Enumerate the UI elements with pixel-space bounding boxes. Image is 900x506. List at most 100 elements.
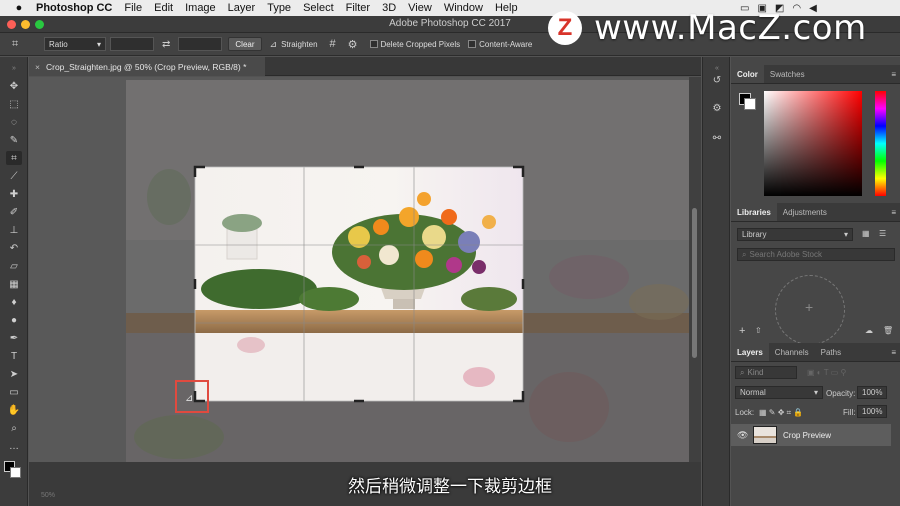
straighten-button[interactable]: Straighten — [281, 40, 317, 49]
fill-input[interactable]: 100% — [857, 405, 887, 418]
libraries-panel-menu-icon[interactable]: ≡ — [891, 208, 896, 217]
menu-window[interactable]: Window — [444, 2, 483, 14]
opacity-value: 100% — [862, 388, 883, 397]
toolbar-collapse-icon[interactable]: » — [6, 61, 22, 75]
gradient-tool-icon[interactable]: ▦ — [6, 277, 22, 291]
crop-tool-preset-icon[interactable]: ⌗ — [12, 38, 30, 51]
tab-color[interactable]: Color — [731, 65, 764, 83]
watermark-text: www.MacZ.com — [594, 8, 867, 48]
move-tool-icon[interactable]: ✥ — [6, 79, 22, 93]
straighten-icon[interactable]: ⊿ — [270, 39, 278, 50]
tab-adjustments[interactable]: Adjustments — [777, 203, 833, 221]
eye-icon[interactable]: 👁 — [737, 430, 748, 441]
blend-mode-select[interactable]: Normal ▾ — [735, 386, 823, 399]
rectangle-tool-icon[interactable]: ▭ — [6, 385, 22, 399]
menu-image[interactable]: Image — [185, 2, 216, 14]
search-icon: ⌕ — [742, 249, 747, 259]
menu-edit[interactable]: Edit — [154, 2, 173, 14]
libraries-panel-tabs: Libraries Adjustments ≡ — [731, 203, 900, 222]
menu-help[interactable]: Help — [495, 2, 518, 14]
apple-icon[interactable]: ● — [10, 2, 28, 14]
zoom-tool-icon[interactable]: ⌕ — [6, 421, 22, 435]
menu-file[interactable]: File — [124, 2, 142, 14]
menu-layer[interactable]: Layer — [228, 2, 256, 14]
tab-swatches[interactable]: Swatches — [764, 65, 811, 83]
scrollbar-thumb[interactable] — [692, 208, 697, 358]
menu-3d[interactable]: 3D — [382, 2, 396, 14]
document-tab-label: Crop_Straighten.jpg @ 50% (Crop Preview,… — [45, 61, 247, 72]
lock-icons[interactable]: ▦ ✎ ✥ ⌗ 🔒 — [759, 408, 803, 418]
tab-libraries[interactable]: Libraries — [731, 203, 777, 221]
height-input[interactable] — [178, 37, 223, 51]
menu-filter[interactable]: Filter — [346, 2, 370, 14]
overlay-grid-icon[interactable]: # — [330, 38, 336, 50]
dodge-tool-icon[interactable]: ● — [6, 313, 22, 327]
brush-tool-icon[interactable]: ✐ — [6, 205, 22, 219]
right-panels: Color Swatches ≡ Libraries Adjustments ≡… — [731, 57, 900, 506]
menu-view[interactable]: View — [408, 2, 432, 14]
history-brush-tool-icon[interactable]: ↶ — [6, 241, 22, 255]
app-menu[interactable]: Photoshop CC — [36, 2, 112, 14]
color-panel-menu-icon[interactable]: ≡ — [891, 70, 896, 79]
marquee-tool-icon[interactable]: ⬚ — [6, 97, 22, 111]
fill-value: 100% — [862, 407, 883, 416]
layer-filter-icons[interactable]: ▣ ◐ T ▭ ⚲ — [807, 368, 846, 377]
clear-button[interactable]: Clear — [228, 37, 262, 51]
opacity-label: Opacity: — [826, 389, 856, 398]
path-select-tool-icon[interactable]: ➤ — [6, 367, 22, 381]
add-content-icon[interactable]: + — [739, 325, 745, 337]
content-aware-label: Content-Aware — [479, 39, 533, 49]
left-pot — [226, 228, 258, 260]
upload-icon[interactable]: ⇧ — [755, 326, 762, 335]
fill-label: Fill: — [843, 408, 856, 417]
lasso-tool-icon[interactable]: ◌ — [6, 115, 22, 129]
panel-background-swatch[interactable] — [744, 98, 756, 110]
properties-panel-icon[interactable]: ⚙ — [709, 101, 725, 115]
library-search-input[interactable]: ⌕ Search Adobe Stock — [737, 248, 895, 261]
ratio-select[interactable]: Ratio ▾ — [44, 37, 106, 51]
tab-layers[interactable]: Layers — [731, 343, 769, 361]
crop-tool-icon[interactable]: ⌗ — [6, 151, 22, 165]
swap-icon[interactable]: ⇄ — [162, 39, 170, 50]
blur-tool-icon[interactable]: ♦ — [6, 295, 22, 309]
eraser-tool-icon[interactable]: ▱ — [6, 259, 22, 273]
color-field[interactable] — [764, 91, 862, 196]
close-tab-icon[interactable]: × — [35, 62, 40, 72]
creative-cloud-icon[interactable]: ☁ — [865, 326, 873, 335]
menu-select[interactable]: Select — [303, 2, 334, 14]
more-tools-icon[interactable]: … — [6, 439, 22, 453]
library-select[interactable]: Library ▾ — [737, 228, 853, 241]
library-drop-zone[interactable]: + — [775, 275, 845, 345]
crop-region[interactable] — [195, 167, 523, 401]
tools-panel: » ✥ ⬚ ◌ ✎ ⌗ ⟋ ✚ ✐ ⊥ ↶ ▱ ▦ ♦ ● ✒ T ➤ ▭ ✋ … — [0, 57, 28, 506]
type-tool-icon[interactable]: T — [6, 349, 22, 363]
document-canvas[interactable]: ⊿ — [29, 77, 689, 462]
healing-tool-icon[interactable]: ✚ — [6, 187, 22, 201]
opacity-input[interactable]: 100% — [857, 386, 887, 399]
list-view-icon[interactable]: ☰ — [879, 229, 886, 238]
menu-type[interactable]: Type — [267, 2, 291, 14]
adjust-panel-icon[interactable]: ⚯ — [709, 131, 725, 145]
left-plant — [222, 214, 262, 232]
clone-stamp-tool-icon[interactable]: ⊥ — [6, 223, 22, 237]
document-tab[interactable]: × Crop_Straighten.jpg @ 50% (Crop Previe… — [29, 57, 265, 76]
tab-paths[interactable]: Paths — [815, 343, 847, 361]
layers-panel-menu-icon[interactable]: ≡ — [891, 348, 896, 357]
eyedropper-tool-icon[interactable]: ⟋ — [6, 169, 22, 183]
layer-kind-filter[interactable]: ⌕ Kind — [735, 366, 797, 379]
gear-icon[interactable]: ⚙ — [348, 38, 358, 51]
hand-tool-icon[interactable]: ✋ — [6, 403, 22, 417]
trash-icon[interactable]: 🗑 — [883, 326, 893, 335]
quick-select-tool-icon[interactable]: ✎ — [6, 133, 22, 147]
width-input[interactable] — [110, 37, 154, 51]
delete-cropped-checkbox[interactable] — [369, 40, 378, 48]
hue-slider[interactable] — [875, 91, 886, 196]
content-aware-checkbox[interactable] — [468, 40, 477, 48]
pen-tool-icon[interactable]: ✒ — [6, 331, 22, 345]
canvas-image[interactable]: ⊿ — [29, 77, 689, 462]
grid-view-icon[interactable]: ▦ — [862, 229, 870, 238]
layer-row[interactable]: 👁 Crop Preview — [731, 424, 891, 446]
tab-channels[interactable]: Channels — [769, 343, 815, 361]
canvas-vertical-scrollbar[interactable] — [689, 77, 701, 462]
history-panel-icon[interactable]: ↺ — [709, 73, 725, 87]
